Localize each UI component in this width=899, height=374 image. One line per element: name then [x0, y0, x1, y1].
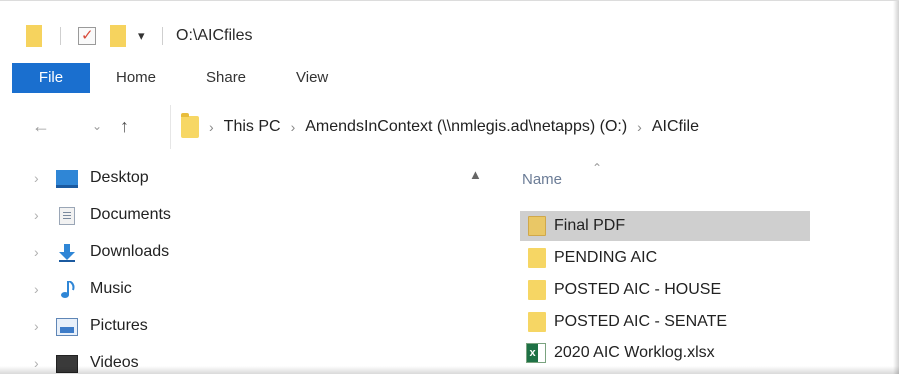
sidebar-item-downloads[interactable]: › Downloads: [0, 235, 490, 271]
excel-file-icon: [526, 343, 546, 363]
file-name: POSTED AIC - SENATE: [554, 313, 728, 330]
file-name: Final PDF: [554, 217, 626, 234]
folder-icon: [528, 216, 546, 236]
properties-icon[interactable]: ✓: [78, 27, 96, 45]
new-folder-icon[interactable]: [110, 25, 126, 47]
expand-chevron-icon[interactable]: ›: [34, 318, 39, 334]
file-explorer-window: ✓ ▾ O:\AICfiles File Home Share View ← ⌄…: [0, 0, 899, 374]
expand-chevron-icon[interactable]: ›: [34, 244, 39, 260]
sidebar-item-label: Downloads: [90, 243, 170, 260]
tab-file[interactable]: File: [12, 63, 90, 93]
breadcrumb-this-pc[interactable]: This PC: [224, 118, 281, 136]
sidebar-item-label: Desktop: [90, 169, 149, 186]
list-item-folder[interactable]: PENDING AIC: [520, 243, 810, 273]
breadcrumb-drive[interactable]: AmendsInContext (\\nmlegis.ad\netapps) (…: [305, 118, 627, 136]
column-header-name[interactable]: Name: [522, 171, 562, 188]
address-bar[interactable]: › This PC › AmendsInContext (\\nmlegis.a…: [170, 105, 810, 149]
sidebar-item-label: Documents: [90, 206, 171, 223]
navigation-pane: › Desktop › Documents › Downloads › Musi…: [0, 161, 500, 374]
tab-home[interactable]: Home: [116, 63, 156, 93]
expand-chevron-icon[interactable]: ›: [34, 207, 39, 223]
window-shadow: [893, 1, 899, 374]
collapse-chevron-icon[interactable]: ▲: [469, 167, 482, 182]
address-folder-icon: [181, 113, 199, 138]
window-title: O:\AICfiles: [176, 27, 253, 44]
window-shadow: [0, 366, 899, 374]
quick-access-dropdown-icon[interactable]: ▾: [138, 27, 145, 45]
file-name: 2020 AIC Worklog.xlsx: [554, 344, 715, 361]
sidebar-item-pictures[interactable]: › Pictures: [0, 309, 490, 345]
folder-icon: [528, 312, 546, 332]
sidebar-item-music[interactable]: › Music: [0, 272, 490, 308]
breadcrumb-chevron-icon[interactable]: ›: [637, 119, 642, 135]
breadcrumb-chevron-icon[interactable]: ›: [209, 119, 214, 135]
pictures-icon: [56, 318, 78, 336]
sidebar-item-label: Music: [90, 280, 132, 297]
title-bar: ✓ ▾ O:\AICfiles: [0, 15, 899, 55]
file-name: PENDING AIC: [554, 249, 658, 266]
desktop-icon: [56, 170, 78, 188]
folder-icon: [528, 280, 546, 300]
music-icon: [61, 281, 75, 298]
breadcrumb-current-folder[interactable]: AICfile: [652, 118, 699, 136]
back-arrow-icon[interactable]: ←: [32, 115, 50, 137]
breadcrumb-chevron-icon[interactable]: ›: [291, 119, 296, 135]
folder-icon: [528, 248, 546, 268]
list-item-folder[interactable]: POSTED AIC - SENATE: [520, 307, 810, 337]
folder-icon: [26, 25, 42, 47]
up-arrow-icon[interactable]: ↑: [120, 115, 129, 137]
sidebar-item-label: Pictures: [90, 317, 148, 334]
list-item-folder[interactable]: Final PDF: [520, 211, 810, 241]
toolbar-divider: [60, 27, 61, 45]
sidebar-item-desktop[interactable]: › Desktop: [0, 161, 490, 197]
ribbon-tabs: File Home Share View: [0, 63, 899, 93]
tab-share[interactable]: Share: [206, 63, 246, 93]
documents-icon: [59, 207, 75, 225]
recent-locations-chevron-icon[interactable]: ⌄: [92, 115, 102, 137]
expand-chevron-icon[interactable]: ›: [34, 170, 39, 186]
list-item-file[interactable]: 2020 AIC Worklog.xlsx: [520, 338, 810, 368]
tab-view[interactable]: View: [296, 63, 328, 93]
sidebar-item-documents[interactable]: › Documents: [0, 198, 490, 234]
file-name: POSTED AIC - HOUSE: [554, 281, 722, 298]
list-item-folder[interactable]: POSTED AIC - HOUSE: [520, 275, 810, 305]
toolbar-divider: [162, 27, 163, 45]
downloads-icon: [59, 244, 75, 262]
navigation-bar: ← ⌄ ↑ › This PC › AmendsInContext (\\nml…: [0, 105, 899, 149]
sort-ascending-icon[interactable]: ⌃: [592, 161, 602, 175]
expand-chevron-icon[interactable]: ›: [34, 281, 39, 297]
file-list-pane: ⌃ Name Final PDF PENDING AIC POSTED AIC …: [510, 161, 810, 374]
